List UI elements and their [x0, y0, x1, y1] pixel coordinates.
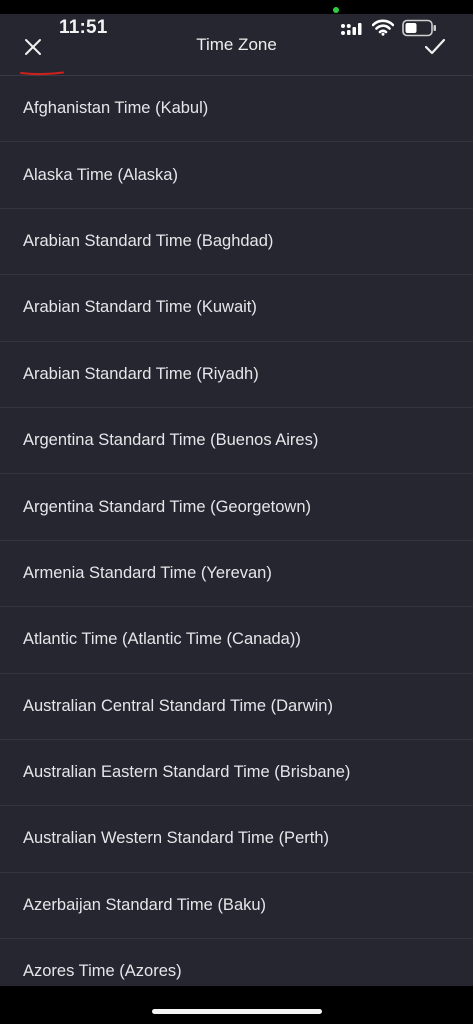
time-zone-label: Azores Time (Azores)	[23, 962, 182, 981]
time-zone-item[interactable]: Argentina Standard Time (Georgetown)	[0, 474, 473, 541]
bottom-bezel	[0, 986, 473, 1024]
status-time: 11:51	[59, 17, 108, 38]
time-zone-label: Arabian Standard Time (Riyadh)	[23, 364, 259, 383]
time-zone-label: Armenia Standard Time (Yerevan)	[23, 563, 272, 582]
time-zone-label: Australian Western Standard Time (Perth)	[23, 829, 329, 848]
time-zone-item[interactable]: Afghanistan Time (Kabul)	[0, 76, 473, 143]
time-zone-list: Afghanistan Time (Kabul) Alaska Time (Ala…	[0, 76, 473, 1006]
time-zone-item[interactable]: Armenia Standard Time (Yerevan)	[0, 541, 473, 608]
time-zone-screen: Time Zone 11:51 Afghanistan Time (Kabul)…	[0, 0, 473, 1024]
status-bar: 11:51	[0, 14, 473, 44]
time-zone-item[interactable]: Alaska Time (Alaska)	[0, 142, 473, 209]
time-zone-item[interactable]: Arabian Standard Time (Kuwait)	[0, 275, 473, 342]
time-zone-label: Australian Central Standard Time (Darwin…	[23, 696, 333, 715]
battery-icon	[402, 19, 436, 37]
time-zone-label: Arabian Standard Time (Kuwait)	[23, 298, 257, 317]
time-zone-item[interactable]: Australian Western Standard Time (Perth)	[0, 806, 473, 873]
time-zone-label: Argentina Standard Time (Buenos Aires)	[23, 431, 319, 450]
time-zone-label: Arabian Standard Time (Baghdad)	[23, 231, 274, 250]
time-zone-item[interactable]: Australian Eastern Standard Time (Brisba…	[0, 740, 473, 807]
time-zone-item[interactable]: Australian Central Standard Time (Darwin…	[0, 674, 473, 740]
time-zone-label: Azerbaijan Standard Time (Baku)	[23, 895, 267, 914]
home-indicator[interactable]	[152, 1009, 322, 1014]
time-zone-label: Atlantic Time (Atlantic Time (Canada))	[23, 630, 301, 649]
time-zone-item[interactable]: Argentina Standard Time (Buenos Aires)	[0, 408, 473, 475]
camera-indicator-icon	[333, 7, 339, 13]
top-bezel	[0, 0, 473, 14]
time-zone-label: Afghanistan Time (Kabul)	[23, 99, 209, 118]
time-zone-item[interactable]: Azerbaijan Standard Time (Baku)	[0, 873, 473, 940]
wifi-icon	[372, 19, 394, 36]
time-zone-item[interactable]: Atlantic Time (Atlantic Time (Canada))	[0, 607, 473, 674]
time-zone-item[interactable]: Arabian Standard Time (Baghdad)	[0, 209, 473, 276]
time-zone-item[interactable]: Arabian Standard Time (Riyadh)	[0, 342, 473, 408]
time-zone-label: Australian Eastern Standard Time (Brisba…	[23, 763, 351, 782]
time-zone-label: Alaska Time (Alaska)	[23, 165, 178, 184]
time-zone-label: Argentina Standard Time (Georgetown)	[23, 497, 311, 516]
signal-icon	[341, 23, 362, 35]
